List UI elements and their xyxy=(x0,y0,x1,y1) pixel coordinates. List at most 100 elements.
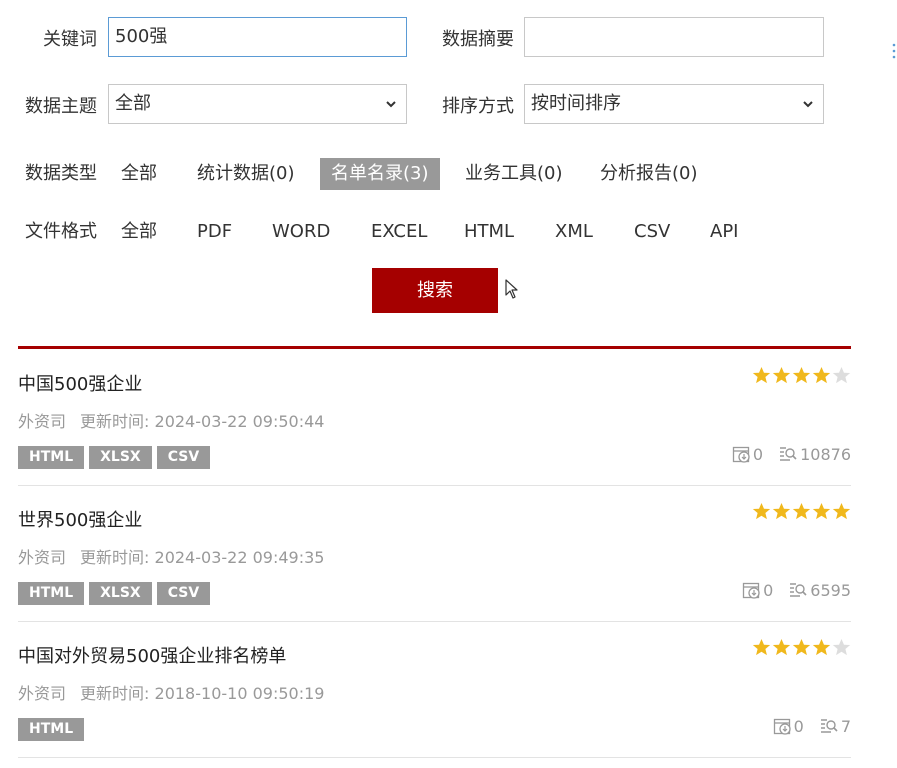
format-option-excel[interactable]: EXCEL xyxy=(371,216,427,248)
topic-select-value: 全部 xyxy=(115,93,151,114)
result-title[interactable]: 世界500强企业 xyxy=(18,506,142,532)
format-tag[interactable]: CSV xyxy=(156,446,211,469)
search-page: 关键词 500强 数据摘要 数据主题 全部 排序方式 按时间排序 数据类型 全部… xyxy=(0,0,897,768)
star-icon xyxy=(792,366,811,384)
sort-select[interactable]: 按时间排序 xyxy=(524,84,824,124)
result-item: 中国500强企业 外资司 更新时间: 2024-03-22 09:50:44 HT… xyxy=(18,350,851,486)
result-title[interactable]: 中国500强企业 xyxy=(18,370,142,396)
result-updated-time: 2018-10-10 09:50:19 xyxy=(154,684,325,703)
rating-stars xyxy=(752,502,851,521)
topic-select[interactable]: 全部 xyxy=(108,84,407,124)
star-icon xyxy=(792,638,811,656)
result-meta: 外资司 更新时间: 2024-03-22 09:50:44 xyxy=(18,408,324,432)
star-icon xyxy=(752,366,771,384)
keyword-input[interactable]: 500强 xyxy=(108,17,407,57)
star-icon xyxy=(752,638,771,656)
format-tag[interactable]: HTML xyxy=(18,718,85,741)
summary-label: 数据摘要 xyxy=(442,29,514,50)
sort-select-value: 按时间排序 xyxy=(531,93,621,114)
format-tag[interactable]: HTML xyxy=(18,446,85,469)
mouse-cursor-icon xyxy=(505,279,518,299)
result-item: 世界500强企业 外资司 更新时间: 2024-03-22 09:49:35 HT… xyxy=(18,486,851,622)
format-option-xml[interactable]: XML xyxy=(555,216,593,248)
search-button[interactable]: 搜索 xyxy=(372,268,498,313)
result-tags: HTML XLSX CSV xyxy=(18,582,211,605)
view-count-value: 7 xyxy=(840,716,851,736)
format-tag[interactable]: HTML xyxy=(18,582,85,605)
view-search-icon xyxy=(790,583,807,597)
sidebar-fragment xyxy=(891,40,897,62)
type-option-statistics[interactable]: 统计数据(0) xyxy=(197,158,295,190)
result-meta: 外资司 更新时间: 2024-03-22 09:49:35 xyxy=(18,544,324,568)
star-icon xyxy=(832,638,851,656)
format-option-html[interactable]: HTML xyxy=(464,216,514,248)
more-dots-icon xyxy=(892,43,896,59)
format-tag[interactable]: XLSX xyxy=(89,582,152,605)
star-icon xyxy=(812,366,831,384)
chevron-down-icon xyxy=(386,101,396,108)
format-option-pdf[interactable]: PDF xyxy=(197,216,232,248)
download-icon xyxy=(732,446,750,463)
view-count: 10876 xyxy=(779,445,851,464)
result-source: 外资司 xyxy=(18,684,67,703)
star-icon xyxy=(792,502,811,520)
view-count: 6595 xyxy=(789,581,851,600)
format-tag[interactable]: CSV xyxy=(156,582,211,605)
view-count-value: 6595 xyxy=(810,580,851,600)
type-option-lists[interactable]: 名单名录(3) xyxy=(320,158,440,190)
download-count-value: 0 xyxy=(752,444,764,464)
summary-input[interactable] xyxy=(524,17,824,57)
type-label: 数据类型 xyxy=(25,163,97,184)
type-option-tools[interactable]: 业务工具(0) xyxy=(465,158,563,190)
result-updated-time: 2024-03-22 09:49:35 xyxy=(154,548,325,567)
sort-label: 排序方式 xyxy=(442,96,514,117)
result-stats: 0 7 xyxy=(773,716,851,736)
result-stats: 0 10876 xyxy=(732,444,851,464)
result-source: 外资司 xyxy=(18,412,67,431)
star-icon xyxy=(752,502,771,520)
star-icon xyxy=(772,502,791,520)
view-search-icon xyxy=(820,719,838,733)
view-count: 7 xyxy=(820,717,851,736)
result-updated-label: 更新时间: xyxy=(80,412,150,431)
keyword-input-value: 500强 xyxy=(115,26,168,47)
result-updated-label: 更新时间: xyxy=(80,548,150,567)
type-option-reports[interactable]: 分析报告(0) xyxy=(600,158,698,190)
format-label: 文件格式 xyxy=(25,221,97,242)
star-icon xyxy=(832,502,851,520)
view-search-icon xyxy=(780,447,797,461)
download-icon xyxy=(742,582,760,599)
topic-label: 数据主题 xyxy=(25,96,97,117)
result-source: 外资司 xyxy=(18,548,67,567)
download-count: 0 xyxy=(773,716,804,736)
view-count-value: 10876 xyxy=(800,444,851,464)
download-count: 0 xyxy=(732,444,763,464)
result-tags: HTML xyxy=(18,718,85,741)
type-option-all[interactable]: 全部 xyxy=(121,158,157,190)
download-count: 0 xyxy=(742,580,773,600)
star-icon xyxy=(832,366,851,384)
download-count-value: 0 xyxy=(763,580,774,600)
chevron-down-icon xyxy=(803,101,813,108)
result-updated-time: 2024-03-22 09:50:44 xyxy=(154,412,325,431)
star-icon xyxy=(812,638,831,656)
result-item: 中国对外贸易500强企业排名榜单 外资司 更新时间: 2018-10-10 09:… xyxy=(18,622,851,758)
keyword-label: 关键词 xyxy=(43,29,97,50)
star-icon xyxy=(772,638,791,656)
format-option-all[interactable]: 全部 xyxy=(121,216,157,248)
rating-stars xyxy=(752,366,851,385)
download-icon xyxy=(773,718,791,735)
star-icon xyxy=(812,502,831,520)
result-tags: HTML XLSX CSV xyxy=(18,446,211,469)
star-icon xyxy=(772,366,791,384)
format-option-word[interactable]: WORD xyxy=(272,216,330,248)
result-title[interactable]: 中国对外贸易500强企业排名榜单 xyxy=(18,642,286,668)
format-tag[interactable]: XLSX xyxy=(89,446,152,469)
result-stats: 0 6595 xyxy=(742,580,851,600)
rating-stars xyxy=(752,638,851,657)
results-divider xyxy=(18,346,851,349)
format-option-api[interactable]: API xyxy=(710,216,738,248)
result-updated-label: 更新时间: xyxy=(80,684,150,703)
format-option-csv[interactable]: CSV xyxy=(634,216,670,248)
download-count-value: 0 xyxy=(793,716,804,736)
